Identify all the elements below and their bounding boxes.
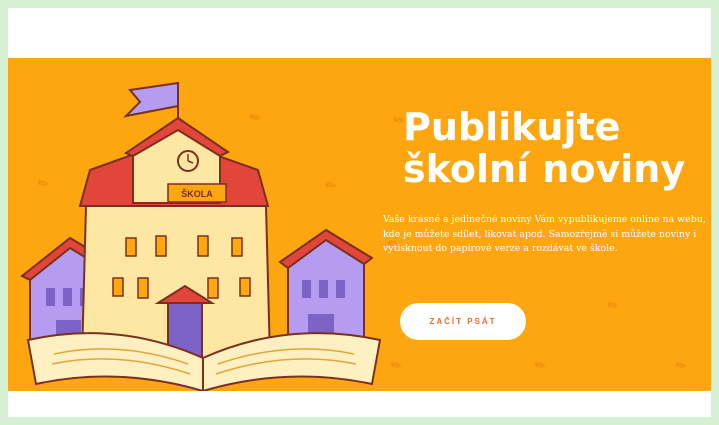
pencil-icon: ✎ <box>604 296 622 315</box>
start-writing-button[interactable]: ZAČÍT PSÁT <box>400 303 526 340</box>
pencil-icon: ✎ <box>672 356 690 375</box>
hero-description: Vaše krásné a jedinečné noviny Vám vypub… <box>383 214 706 254</box>
school-building-illustration: ŠKOLA <box>20 81 382 391</box>
right-side-building <box>278 228 374 351</box>
pencil-icon: ✎ <box>531 356 549 375</box>
school-sign-text: ŠKOLA <box>181 188 213 199</box>
hero-title-line2: školní noviny <box>403 147 686 191</box>
flag-icon <box>122 81 179 118</box>
hero-title: Publikujte školní noviny <box>403 106 703 190</box>
pencil-icon: ✎ <box>387 356 405 375</box>
hero-title-line1: Publikujte <box>403 105 621 149</box>
hero-banner: ✎ ✎ ✎ ✎ ✎ ✎ ✎ ✎ ✎ ŠKOLA Publikujte školn… <box>8 58 711 391</box>
page-frame: ✎ ✎ ✎ ✎ ✎ ✎ ✎ ✎ ✎ ŠKOLA Publikujte školn… <box>8 8 711 417</box>
